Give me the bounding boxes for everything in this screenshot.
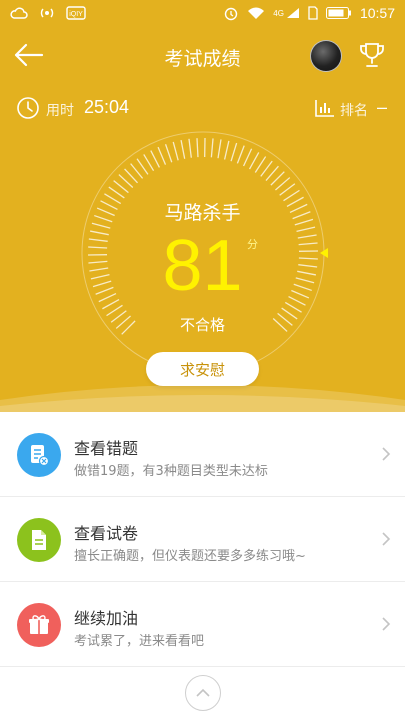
chevron-right-icon xyxy=(382,447,391,461)
gauge-tick xyxy=(136,158,149,175)
item-subtitle: 考试累了，进来看看吧 xyxy=(74,634,205,649)
item-subtitle: 做错19题，有3种题目类型未达标 xyxy=(74,464,268,479)
action-list: 查看错题 做错19题，有3种题目类型未达标 查看试卷 擅长正确题，但仪表题还要多… xyxy=(0,412,405,667)
gauge-tick xyxy=(210,138,214,158)
gauge-tick xyxy=(279,183,296,196)
item-title: 查看错题 xyxy=(74,439,139,458)
gauge-tick xyxy=(157,146,167,165)
gauge-tick xyxy=(108,186,125,199)
score-value: 81 xyxy=(162,226,243,306)
comfort-button[interactable]: 求安慰 xyxy=(146,352,259,386)
list-item-wrong-questions[interactable]: 查看错题 做错19题，有3种题目类型未达标 xyxy=(0,412,405,497)
gauge-tick xyxy=(242,148,253,167)
score-unit: 分 xyxy=(247,238,258,251)
gauge-tick xyxy=(217,139,222,159)
gauge-tick xyxy=(196,138,199,158)
gauge-tick xyxy=(265,165,279,181)
gauge-tick xyxy=(188,138,192,158)
gauge-tick xyxy=(130,163,144,179)
chevron-up-icon xyxy=(196,688,210,697)
item-subtitle: 擅长正确题，但仪表题还要多多练习哦~ xyxy=(74,549,306,564)
gauge-tick xyxy=(260,160,273,177)
gauge-tick xyxy=(180,139,186,159)
gauge-tick xyxy=(230,142,238,162)
gauge-tick xyxy=(164,144,173,163)
chevron-right-icon xyxy=(382,532,391,546)
item-title: 继续加油 xyxy=(74,609,139,628)
gauge-tick xyxy=(254,156,267,173)
list-item-view-paper[interactable]: 查看试卷 擅长正确题，但仪表题还要多多练习哦~ xyxy=(0,497,405,582)
gauge-tick xyxy=(150,150,160,168)
result-panel: iQIY 4G 10:57 考试成绩 用时 25:04 排名 – 马路杀手 81… xyxy=(0,0,405,412)
scroll-up-button[interactable] xyxy=(185,675,221,711)
gauge-tick xyxy=(172,141,179,161)
paper-icon xyxy=(17,518,61,562)
gauge-tick xyxy=(223,140,230,160)
gauge-tick xyxy=(143,154,155,172)
gauge-tick xyxy=(113,180,129,194)
item-title: 查看试卷 xyxy=(74,524,139,543)
grade-title: 马路杀手 xyxy=(164,202,241,224)
pass-status: 不合格 xyxy=(179,316,225,334)
gauge-tick xyxy=(275,177,291,191)
gauge-tick xyxy=(236,145,245,164)
gauge-tick xyxy=(248,152,260,170)
list-item-keep-going[interactable]: 继续加油 考试累了，进来看看吧 xyxy=(0,582,405,667)
chevron-right-icon xyxy=(382,617,391,631)
gauge-tick xyxy=(270,171,285,186)
gauge-tick xyxy=(118,174,134,189)
wrong-questions-icon xyxy=(17,433,61,477)
gauge-tick xyxy=(124,168,139,184)
gift-icon xyxy=(17,603,61,647)
